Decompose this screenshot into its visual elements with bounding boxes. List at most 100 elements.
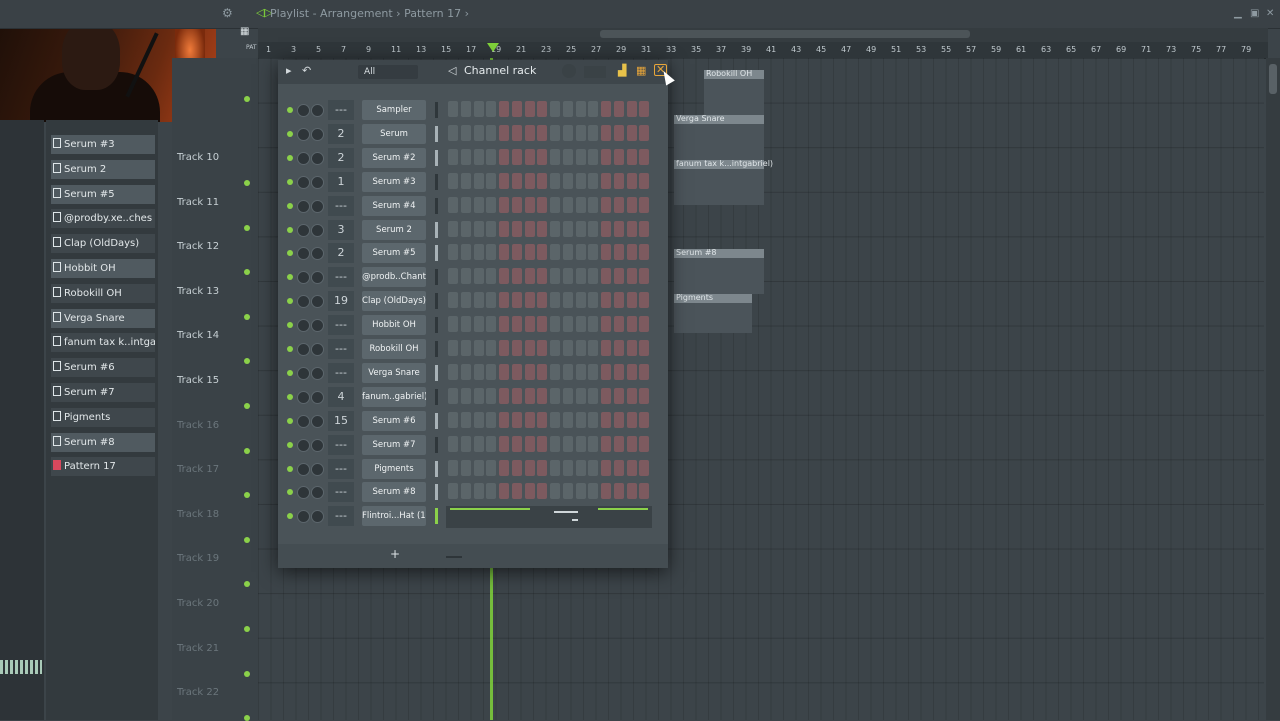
step-button[interactable] bbox=[511, 101, 522, 117]
step-button[interactable] bbox=[473, 459, 484, 476]
mixer-track-number[interactable]: 15 bbox=[328, 410, 354, 431]
channel-name-button[interactable]: Serum #5 bbox=[362, 243, 426, 264]
step-button[interactable] bbox=[601, 340, 611, 356]
step-button[interactable] bbox=[626, 172, 637, 189]
mute-led[interactable] bbox=[287, 489, 293, 496]
mixer-track-number[interactable]: --- bbox=[328, 458, 354, 479]
step-button[interactable] bbox=[601, 316, 611, 333]
pan-knob[interactable] bbox=[297, 151, 310, 165]
step-button[interactable] bbox=[626, 459, 637, 476]
mute-led[interactable] bbox=[287, 441, 293, 448]
step-button[interactable] bbox=[639, 387, 650, 404]
horizontal-scroll-thumb[interactable] bbox=[600, 30, 970, 38]
step-sequencer-icon[interactable]: ▦ bbox=[636, 64, 646, 77]
channel-name-button[interactable]: Serum #3 bbox=[362, 171, 426, 192]
step-button[interactable] bbox=[460, 483, 471, 500]
volume-knob[interactable] bbox=[311, 223, 324, 237]
channel-name-button[interactable]: Serum #6 bbox=[362, 410, 426, 431]
step-button[interactable] bbox=[613, 220, 624, 237]
mute-led[interactable] bbox=[287, 298, 293, 305]
step-button[interactable] bbox=[486, 196, 497, 213]
pan-knob[interactable] bbox=[297, 390, 310, 404]
channel-name-button[interactable]: Flintroi...Hat (1) bbox=[362, 506, 426, 527]
step-button[interactable] bbox=[448, 340, 458, 356]
step-button[interactable] bbox=[473, 387, 484, 404]
step-button[interactable] bbox=[473, 316, 484, 333]
pan-knob[interactable] bbox=[297, 343, 310, 356]
step-button[interactable] bbox=[473, 363, 484, 380]
step-button[interactable] bbox=[550, 340, 560, 356]
channel-select-indicator[interactable] bbox=[435, 412, 438, 429]
add-channel-button[interactable]: + bbox=[390, 547, 400, 561]
channel-row[interactable]: 4 fanum..gabriel) bbox=[278, 385, 668, 409]
step-button[interactable] bbox=[511, 196, 522, 213]
track-enable-led[interactable] bbox=[244, 492, 250, 499]
pan-knob[interactable] bbox=[297, 127, 310, 141]
pan-knob[interactable] bbox=[297, 295, 310, 309]
track-label[interactable]: Track 19 bbox=[177, 553, 219, 564]
volume-knob[interactable] bbox=[311, 366, 324, 380]
step-button[interactable] bbox=[473, 411, 484, 428]
pattern-item[interactable]: Serum #6 bbox=[51, 358, 155, 378]
channel-row[interactable]: --- Sampler bbox=[278, 98, 668, 122]
channel-select-indicator[interactable] bbox=[435, 125, 438, 142]
volume-knob[interactable] bbox=[311, 319, 324, 333]
step-button[interactable] bbox=[524, 483, 535, 500]
mixer-track-number[interactable]: 19 bbox=[328, 291, 354, 312]
step-button[interactable] bbox=[613, 411, 624, 428]
step-button[interactable] bbox=[499, 435, 509, 452]
step-button[interactable] bbox=[639, 363, 650, 380]
mute-led[interactable] bbox=[287, 178, 293, 185]
track-enable-led[interactable] bbox=[244, 403, 250, 409]
step-button[interactable] bbox=[601, 220, 611, 237]
step-button[interactable] bbox=[601, 363, 611, 380]
step-button[interactable] bbox=[550, 435, 560, 452]
channel-name-button[interactable]: fanum..gabriel) bbox=[362, 386, 426, 407]
step-button[interactable] bbox=[460, 411, 471, 428]
vertical-scroll-thumb[interactable] bbox=[1269, 64, 1277, 94]
step-button[interactable] bbox=[473, 244, 484, 261]
step-button[interactable] bbox=[613, 148, 624, 165]
volume-knob[interactable] bbox=[311, 390, 324, 404]
step-button[interactable] bbox=[613, 435, 624, 452]
timeline-ruler[interactable]: 1 3 5 7 9 11 13 15 17 19 21 23 25 27 29 31 33 35 37 39 41 43 4… bbox=[258, 42, 1268, 59]
channel-row[interactable]: --- Flintroi...Hat (1) bbox=[278, 504, 668, 529]
volume-knob[interactable] bbox=[311, 295, 324, 309]
step-button[interactable] bbox=[537, 340, 548, 356]
step-button[interactable] bbox=[486, 124, 497, 141]
pattern-item[interactable]: Serum 2 bbox=[51, 159, 155, 179]
channel-name-button[interactable]: @prodb..Chant bbox=[362, 267, 426, 288]
channel-row[interactable]: --- Serum #7 bbox=[278, 433, 668, 457]
step-button[interactable] bbox=[460, 196, 471, 213]
volume-knob[interactable] bbox=[311, 343, 324, 356]
mixer-track-number[interactable]: --- bbox=[328, 195, 354, 216]
volume-knob[interactable] bbox=[311, 199, 324, 213]
step-button[interactable] bbox=[626, 483, 637, 500]
step-button[interactable] bbox=[524, 172, 535, 189]
step-button[interactable] bbox=[626, 387, 637, 404]
pan-knob[interactable] bbox=[297, 247, 310, 261]
mute-led[interactable] bbox=[287, 322, 293, 329]
mixer-track-number[interactable]: 4 bbox=[328, 386, 354, 407]
step-button[interactable] bbox=[460, 268, 471, 285]
step-button[interactable] bbox=[448, 124, 458, 141]
channel-select-indicator[interactable] bbox=[435, 436, 438, 453]
step-button[interactable] bbox=[562, 411, 573, 428]
pattern-item[interactable]: Pigments bbox=[51, 407, 155, 427]
step-button[interactable] bbox=[550, 268, 560, 285]
step-button[interactable] bbox=[550, 244, 560, 261]
pan-knob[interactable] bbox=[297, 510, 310, 524]
vertical-scrollbar[interactable] bbox=[1266, 58, 1280, 720]
step-button[interactable] bbox=[626, 148, 637, 165]
step-button[interactable] bbox=[486, 411, 497, 428]
step-button[interactable] bbox=[601, 268, 611, 285]
mute-led[interactable] bbox=[287, 202, 293, 209]
channel-select-indicator[interactable] bbox=[435, 197, 438, 214]
volume-knob[interactable] bbox=[311, 127, 324, 141]
mixer-track-number[interactable]: 2 bbox=[328, 123, 354, 144]
step-button[interactable] bbox=[537, 459, 548, 476]
channel-name-button[interactable]: Serum #8 bbox=[362, 482, 426, 503]
step-button[interactable] bbox=[639, 340, 650, 356]
step-button[interactable] bbox=[588, 148, 599, 165]
mixer-track-number[interactable]: 3 bbox=[328, 219, 354, 240]
